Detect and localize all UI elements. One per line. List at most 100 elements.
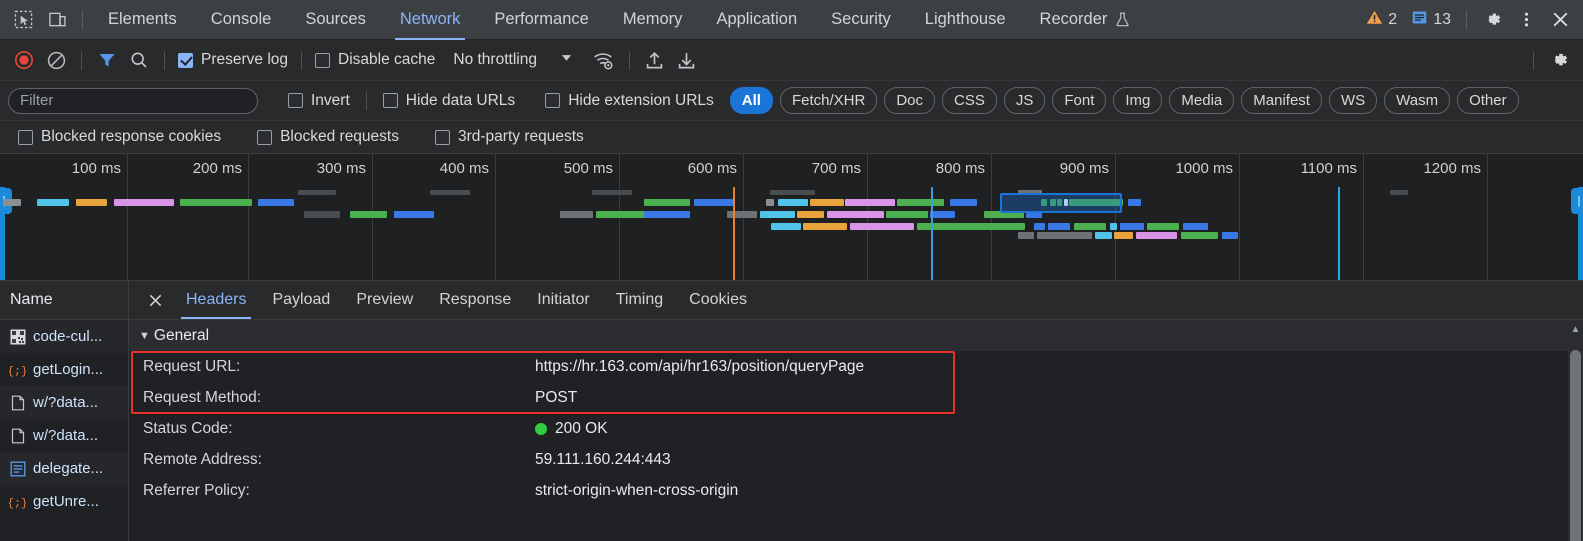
details-tab-timing[interactable]: Timing xyxy=(603,281,676,319)
funnel-icon[interactable] xyxy=(91,46,123,74)
throttling-select-value[interactable]: No throttling xyxy=(453,51,537,69)
preserve-log-checkbox[interactable]: Preserve log xyxy=(174,51,292,69)
tab-memory[interactable]: Memory xyxy=(606,0,700,40)
type-filter-font[interactable]: Font xyxy=(1052,87,1107,114)
timeline-tick: 1200 ms xyxy=(1423,154,1488,280)
tab-performance[interactable]: Performance xyxy=(477,0,605,40)
timeline-request-bar xyxy=(727,211,757,218)
type-filter-wasm[interactable]: Wasm xyxy=(1384,87,1451,114)
record-stop-icon[interactable] xyxy=(8,46,40,74)
disable-cache-box[interactable] xyxy=(315,52,331,68)
tab-console[interactable]: Console xyxy=(194,0,289,40)
vertical-dots-icon[interactable] xyxy=(1509,4,1543,36)
details-tab-preview[interactable]: Preview xyxy=(343,281,426,319)
document-icon xyxy=(9,394,26,411)
close-icon[interactable] xyxy=(1543,4,1577,36)
message-counter[interactable]: 13 xyxy=(1404,9,1458,31)
tab-security[interactable]: Security xyxy=(814,0,908,40)
details-tab-response[interactable]: Response xyxy=(426,281,524,319)
general-section-header[interactable]: ▼ General xyxy=(129,320,1583,351)
hide-extension-urls-checkbox[interactable]: Hide extension URLs xyxy=(541,92,718,110)
request-list-column-header[interactable]: Name xyxy=(0,281,128,320)
timeline-request-bar xyxy=(76,199,107,206)
type-filter-ws[interactable]: WS xyxy=(1328,87,1378,114)
search-icon[interactable] xyxy=(123,46,155,74)
inspect-element-icon[interactable] xyxy=(6,4,40,36)
details-tab-cookies[interactable]: Cookies xyxy=(676,281,760,319)
scrollbar-thumb[interactable] xyxy=(1570,350,1581,541)
device-toolbar-icon[interactable] xyxy=(40,4,74,36)
blocked-response-cookies-box[interactable] xyxy=(18,129,33,145)
type-filter-js[interactable]: JS xyxy=(1003,87,1046,114)
wifi-gear-icon[interactable] xyxy=(588,46,620,74)
hide-data-urls-box[interactable] xyxy=(382,93,398,108)
timeline-request-bar xyxy=(644,199,690,206)
timeline-request-bar xyxy=(778,199,808,206)
timeline-request-bar xyxy=(258,199,294,206)
gear-icon[interactable] xyxy=(1475,4,1509,36)
third-party-requests-box[interactable] xyxy=(434,129,450,145)
type-filter-img[interactable]: Img xyxy=(1113,87,1163,114)
request-url-value[interactable]: https://hr.163.com/api/hr163/position/qu… xyxy=(535,358,864,376)
scroll-up-arrow-icon[interactable]: ▲ xyxy=(1568,324,1583,335)
timeline-request-bar xyxy=(430,190,470,195)
hide-data-urls-checkbox[interactable]: Hide data URLs xyxy=(379,92,519,110)
details-tab-initiator[interactable]: Initiator xyxy=(524,281,602,319)
preserve-log-box[interactable] xyxy=(178,52,193,68)
type-filter-other[interactable]: Other xyxy=(1457,87,1519,114)
tab-network[interactable]: Network xyxy=(383,0,478,40)
filter-input[interactable] xyxy=(8,87,258,114)
invert-checkbox[interactable]: Invert xyxy=(284,92,354,110)
timeline-tick-label: 500 ms xyxy=(563,160,613,177)
hide-extension-urls-box[interactable] xyxy=(545,93,561,108)
type-filter-all[interactable]: All xyxy=(729,87,773,114)
type-filter-media[interactable]: Media xyxy=(1169,87,1235,114)
tab-lighthouse[interactable]: Lighthouse xyxy=(908,0,1023,40)
disable-cache-checkbox[interactable]: Disable cache xyxy=(311,51,439,69)
warning-counter[interactable]: 2 xyxy=(1359,9,1404,31)
upload-arrow-icon[interactable] xyxy=(639,46,671,74)
details-tab-headers[interactable]: Headers xyxy=(173,281,259,319)
overview-right-grip[interactable]: | xyxy=(1571,188,1583,214)
type-filter-fetch-xhr[interactable]: Fetch/XHR xyxy=(779,87,878,114)
blocked-response-cookies-checkbox[interactable]: Blocked response cookies xyxy=(14,128,225,146)
clear-icon[interactable] xyxy=(40,46,72,74)
timeline-request-bar xyxy=(1147,223,1179,230)
network-settings-gear-icon[interactable] xyxy=(1543,46,1575,74)
request-list-item[interactable]: code-cul... xyxy=(0,320,128,353)
type-filter-css[interactable]: CSS xyxy=(942,87,997,114)
third-party-requests-checkbox[interactable]: 3rd-party requests xyxy=(431,128,588,146)
request-list-item[interactable]: {;} getUnre... xyxy=(0,485,128,518)
blocked-requests-checkbox[interactable]: Blocked requests xyxy=(253,128,403,146)
type-filter-manifest[interactable]: Manifest xyxy=(1241,87,1322,114)
tab-label: Lighthouse xyxy=(924,10,1006,28)
timeline-request-bar xyxy=(917,223,983,230)
request-list-item[interactable]: delegate... xyxy=(0,452,128,485)
tab-label: Performance xyxy=(494,10,589,28)
triangle-expanded-icon[interactable]: ▼ xyxy=(139,330,150,342)
blocked-response-cookies-label: Blocked response cookies xyxy=(41,128,222,145)
blocked-requests-box[interactable] xyxy=(257,129,273,145)
type-filter-doc[interactable]: Doc xyxy=(884,87,936,114)
network-bottom-split: Name code-cul... {;} getLogin... w/?data...… xyxy=(0,280,1583,541)
tab-sources[interactable]: Sources xyxy=(288,0,383,40)
tab-label: Console xyxy=(210,10,272,28)
tab-recorder[interactable]: Recorder xyxy=(1023,0,1149,40)
details-tab-payload[interactable]: Payload xyxy=(259,281,343,319)
request-list-item[interactable]: {;} getLogin... xyxy=(0,353,128,386)
chevron-down-icon[interactable] xyxy=(559,50,574,70)
network-overview-timeline[interactable]: | | 100 ms200 ms300 ms400 ms500 ms600 ms… xyxy=(0,154,1583,280)
details-vertical-scrollbar[interactable]: ▲ xyxy=(1568,320,1583,541)
download-arrow-icon[interactable] xyxy=(671,46,703,74)
timeline-request-bar xyxy=(930,211,955,218)
request-list-item[interactable]: w/?data... xyxy=(0,419,128,452)
invert-box[interactable] xyxy=(288,93,303,108)
tab-elements[interactable]: Elements xyxy=(91,0,194,40)
timeline-request-bar xyxy=(1037,232,1092,239)
tab-application[interactable]: Application xyxy=(699,0,814,40)
timeline-tick-label: 1100 ms xyxy=(1300,160,1357,177)
request-list-item[interactable]: w/?data... xyxy=(0,386,128,419)
request-details-panel: Headers Payload Preview Response Initiat… xyxy=(129,281,1583,541)
request-method-key: Request Method: xyxy=(143,388,262,406)
close-details-icon[interactable] xyxy=(137,281,173,319)
